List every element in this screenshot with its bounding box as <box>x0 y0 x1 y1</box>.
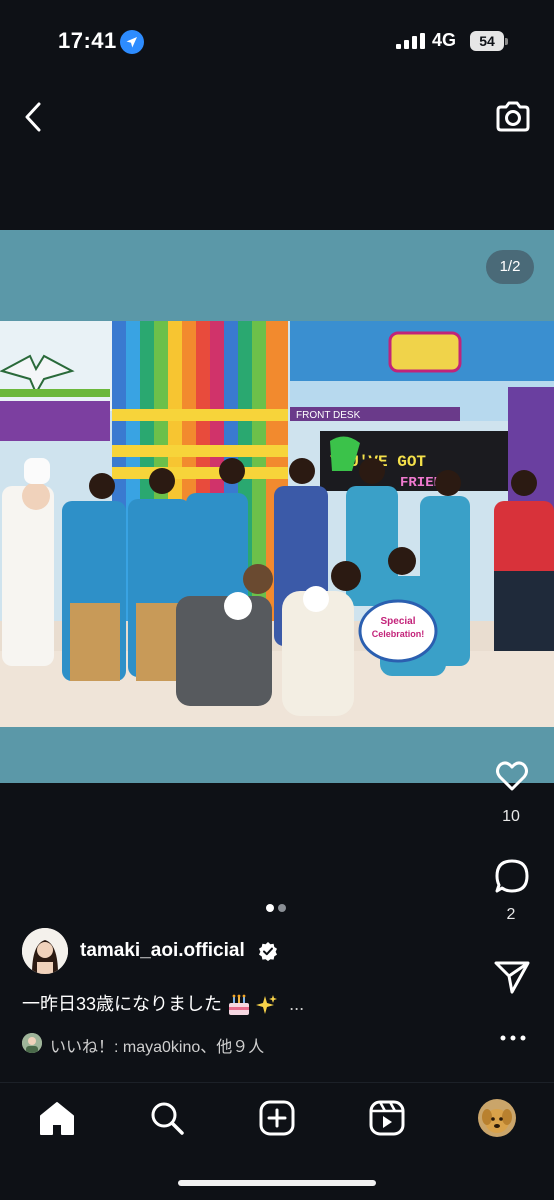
badge-line1: Special <box>380 616 415 627</box>
verified-badge-icon <box>259 942 277 961</box>
battery-icon: 54 <box>470 30 508 52</box>
liker-avatar <box>22 1033 42 1053</box>
home-icon[interactable] <box>38 1099 76 1137</box>
avatar[interactable] <box>22 928 68 974</box>
heart-icon[interactable] <box>492 756 532 796</box>
comment-count: 2 <box>506 906 516 923</box>
status-time: 17:41 <box>58 28 117 53</box>
like-count: 10 <box>502 808 520 825</box>
profile-avatar[interactable] <box>478 1099 516 1137</box>
battery-tip <box>505 38 508 45</box>
birthday-cake-icon <box>229 994 250 1016</box>
avatar-image <box>22 928 68 974</box>
camera-icon[interactable] <box>494 98 532 136</box>
post-author: tamaki_aoi.official <box>22 928 322 976</box>
liker-avatar-image <box>22 1033 42 1053</box>
username[interactable]: tamaki_aoi.official <box>80 940 245 962</box>
network-type: 4G <box>432 30 457 50</box>
location-arrow-icon <box>120 30 144 54</box>
home-indicator[interactable] <box>178 1180 376 1186</box>
badge-line2: Celebration! <box>372 629 425 639</box>
caption-text: 一昨日33歳になりました <box>22 994 223 1014</box>
chevron-left-icon[interactable] <box>18 100 50 134</box>
cellular-signal-icon <box>396 33 425 49</box>
carousel-dots <box>264 904 290 914</box>
profile-avatar-image <box>478 1099 516 1137</box>
likes-text: いいね！: maya0kino、他９人 <box>50 1039 265 1056</box>
battery-level: 54 <box>479 33 495 49</box>
status-bar: 17:41 4G 54 <box>0 0 554 80</box>
more-dots-icon[interactable] <box>498 1026 528 1050</box>
post-caption: 一昨日33歳になりました ... <box>22 990 304 1016</box>
sparkles-icon <box>256 995 278 1015</box>
post-photo[interactable]: FRONT DESK YOU'VE GOT FRIEND Special Cel… <box>0 321 554 727</box>
send-icon[interactable] <box>492 956 532 996</box>
reels-icon[interactable] <box>368 1099 406 1137</box>
carousel-dot-active <box>266 904 274 912</box>
photo-illustration: FRONT DESK YOU'VE GOT FRIEND Special Cel… <box>0 321 554 727</box>
search-icon[interactable] <box>148 1099 186 1137</box>
plus-square-icon[interactable] <box>258 1099 296 1137</box>
photo-sign-text: FRONT DESK <box>296 410 361 421</box>
carousel-dot <box>278 904 286 912</box>
comment-icon[interactable] <box>492 856 532 896</box>
caption-more[interactable]: ... <box>289 994 304 1014</box>
page-indicator: 1/2 <box>486 250 534 284</box>
